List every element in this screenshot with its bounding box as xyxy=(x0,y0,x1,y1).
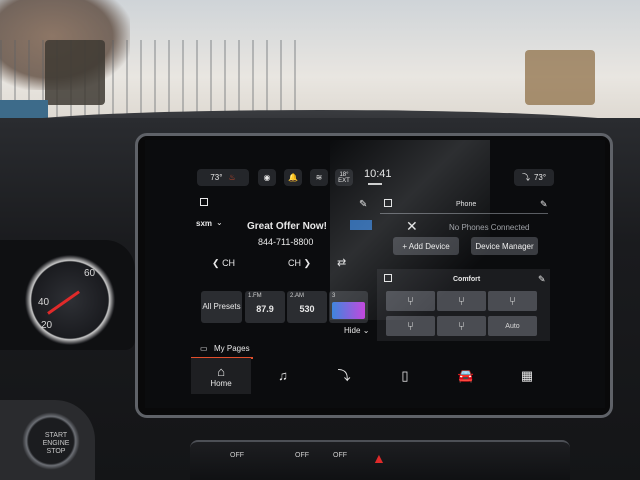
preset-2-value: 530 xyxy=(299,304,315,314)
chevron-right-icon: ❯ xyxy=(303,258,312,268)
nav-home-label: Home xyxy=(210,378,232,388)
chevron-down-icon[interactable]: ⌄ xyxy=(216,218,223,227)
chevron-down-icon: ⌄ xyxy=(362,326,370,335)
preset-2-label: 2.AM xyxy=(290,293,305,299)
preset-3-logo xyxy=(332,302,365,319)
seat-icon: ⤵ xyxy=(521,173,530,182)
nav-phone[interactable]: ▯ xyxy=(375,358,435,394)
gauge-number-60: 60 xyxy=(84,268,96,279)
climate-right-button[interactable]: ⤵ 73° xyxy=(514,169,554,186)
preset-1-label: 1.FM xyxy=(248,293,262,299)
preset-3[interactable]: 3 xyxy=(329,291,368,323)
gauge-number-20: 20 xyxy=(41,320,53,331)
channel-prev-button[interactable]: ❮ CH xyxy=(212,258,235,269)
nav-comfort[interactable]: ⤵ xyxy=(314,358,374,394)
channel-next-button[interactable]: CH ❯ xyxy=(288,258,311,269)
my-pages-label[interactable]: My Pages xyxy=(214,344,250,353)
pages-icon: ▭ xyxy=(200,344,208,353)
time-underline xyxy=(368,183,382,185)
ext-temp: 18° EXT xyxy=(335,169,353,186)
home-icon: ⌂ xyxy=(217,363,225,379)
seat-heat-icon: ♨ xyxy=(228,173,236,182)
ext-temp-label: EXT xyxy=(338,177,350,184)
music-icon: ♫ xyxy=(278,368,288,383)
wifi-button[interactable]: ≋ xyxy=(310,169,328,186)
start-button-label: START ENGINE STOP xyxy=(42,432,70,455)
seat-vent-passenger-button[interactable]: ⑂ xyxy=(437,316,486,336)
ch-next-label: CH xyxy=(288,258,301,268)
comfort-header: Comfort xyxy=(453,276,481,283)
hazard-icon[interactable]: ▲ xyxy=(372,450,386,466)
expand-comfort-icon[interactable] xyxy=(384,274,392,282)
nav-home[interactable]: ⌂ Home xyxy=(191,358,251,394)
apps-grid-icon: ▦ xyxy=(520,368,534,383)
nav-vehicle[interactable]: 🚘 xyxy=(436,358,496,394)
preset-1-value: 87.9 xyxy=(256,304,274,314)
auto-button[interactable]: Auto xyxy=(488,316,537,336)
vehicle-icon: 🚘 xyxy=(457,368,475,383)
seat-fan-button[interactable]: ⑂ xyxy=(488,291,537,311)
seat-heat-icon: ⑂ xyxy=(457,294,466,308)
voice-button[interactable]: ◉ xyxy=(258,169,276,186)
media-phone-number: 844-711-8800 xyxy=(258,237,314,247)
phone-icon: ▯ xyxy=(401,368,409,383)
chevron-left-icon: ❮ xyxy=(212,258,220,268)
machine xyxy=(45,40,105,105)
temp-right: 73° xyxy=(533,173,547,182)
ch-prev-label: CH xyxy=(222,258,236,268)
seat-fan-icon: ⑂ xyxy=(508,294,517,308)
hide-button[interactable]: Hide ⌄ xyxy=(344,326,369,335)
nav-media[interactable]: ♫ xyxy=(253,358,313,394)
temp-left: 73° xyxy=(210,173,223,182)
voice-icon: ◉ xyxy=(263,173,271,182)
ctrl-off-2[interactable]: OFF xyxy=(295,452,309,459)
wifi-icon: ≋ xyxy=(315,173,323,182)
seat-vent-icon: ⑂ xyxy=(406,319,415,333)
seat-heat-passenger-button[interactable]: ⑂ xyxy=(437,291,486,311)
media-source[interactable]: sxm xyxy=(196,219,212,228)
expand-media-icon[interactable] xyxy=(200,198,208,206)
clock: 10:41 xyxy=(364,168,392,180)
all-presets-button[interactable]: All Presets xyxy=(201,291,242,323)
bell-icon: 🔔 xyxy=(288,173,298,182)
edit-comfort-icon[interactable]: ✎ xyxy=(538,274,546,285)
phone-status: No Phones Connected xyxy=(449,223,530,232)
preset-3-label: 3 xyxy=(332,293,336,299)
notifications-button[interactable]: 🔔 xyxy=(284,169,302,186)
gauge-number-40: 40 xyxy=(38,297,50,308)
add-device-button[interactable]: + Add Device xyxy=(393,237,459,255)
all-presets-label: All Presets xyxy=(202,302,241,311)
hide-label: Hide xyxy=(344,326,361,335)
edit-phone-icon[interactable]: ✎ xyxy=(540,199,548,210)
channel-logo xyxy=(350,220,372,230)
phone-disconnected-icon: ✕ xyxy=(406,218,418,234)
seat-vent-driver-button[interactable]: ⑂ xyxy=(386,316,435,336)
media-title: Great Offer Now! xyxy=(247,221,328,232)
seat-heat-driver-button[interactable]: ⑂ xyxy=(386,291,435,311)
nav-apps[interactable]: ▦ xyxy=(497,358,557,394)
seat-heat-icon: ⑂ xyxy=(406,294,415,308)
shuffle-icon[interactable]: ⇄ xyxy=(337,256,346,269)
seat-icon: ⤵ xyxy=(337,368,351,383)
ctrl-off-1[interactable]: OFF xyxy=(230,452,244,459)
preset-1[interactable]: 1.FM 87.9 xyxy=(245,291,285,323)
device-manager-button[interactable]: Device Manager xyxy=(471,237,538,255)
excavator xyxy=(525,50,595,105)
phone-header: Phone xyxy=(456,201,477,208)
preset-2[interactable]: 2.AM 530 xyxy=(287,291,327,323)
climate-left-button[interactable]: 73° ♨ xyxy=(197,169,249,186)
seat-vent-icon: ⑂ xyxy=(457,319,466,333)
ctrl-off-3[interactable]: OFF xyxy=(333,452,347,459)
expand-phone-icon[interactable] xyxy=(384,199,392,207)
edit-media-icon[interactable]: ✎ xyxy=(359,199,367,210)
phone-divider xyxy=(380,213,548,214)
